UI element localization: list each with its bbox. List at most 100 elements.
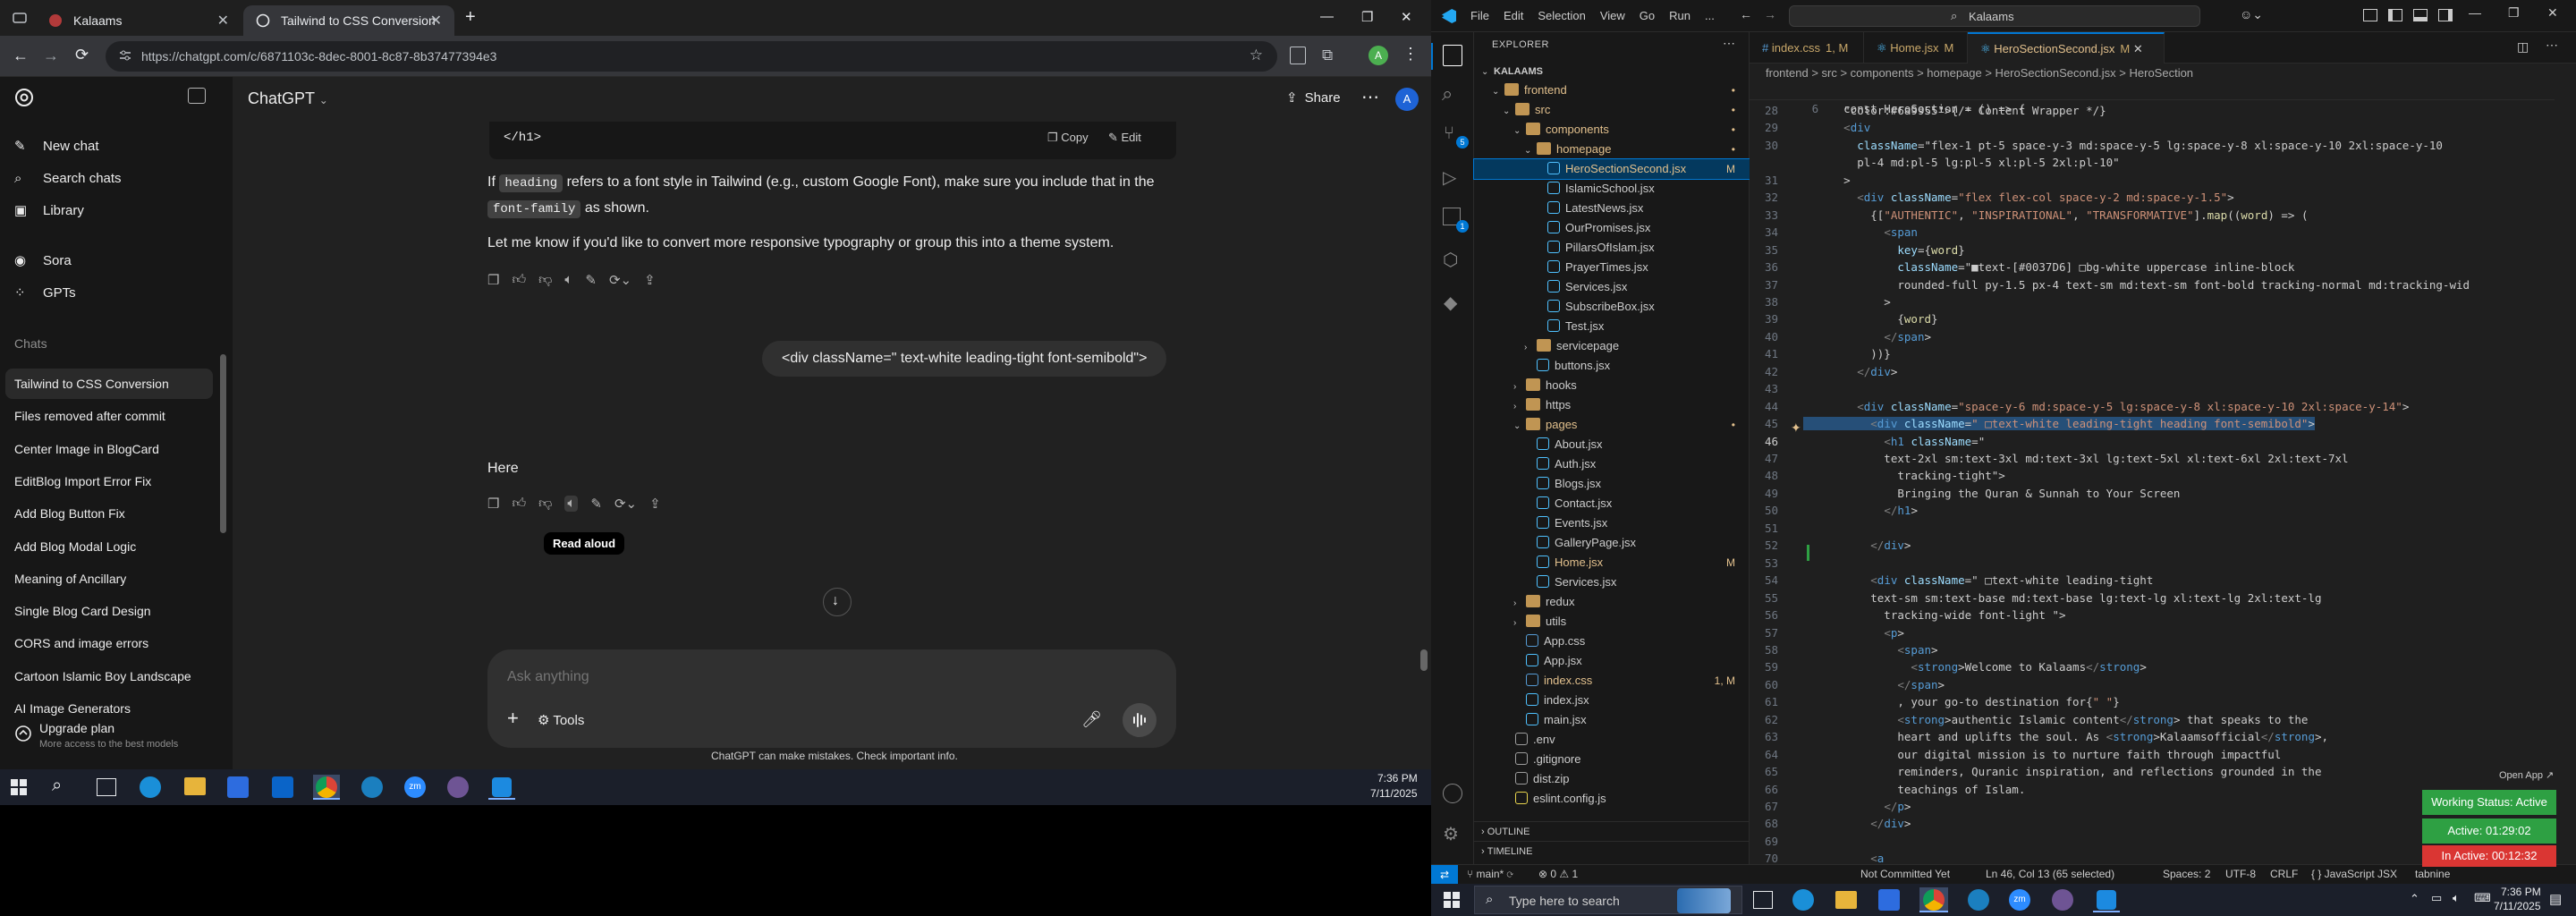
split-editor-icon[interactable]: ◫ (2517, 39, 2529, 55)
line-endings[interactable]: CRLF (2270, 868, 2298, 880)
chrome-taskbar-button[interactable] (1919, 887, 1948, 912)
copy-code-button[interactable]: ❐ Copy (1047, 131, 1089, 145)
tree-folder[interactable]: ⌄ KALAAMS (1474, 61, 1750, 81)
thumbs-down-icon[interactable]: 👎︎ (538, 496, 552, 512)
notifications-icon[interactable]: ▤ (2549, 891, 2562, 907)
code-line[interactable]: 50 </h1> (1750, 502, 2537, 519)
forward-icon[interactable]: → (43, 47, 59, 65)
prompt-input[interactable] (507, 666, 1133, 689)
code-line[interactable]: 28 "color:#6a9955">{/* Content Wrapper *… (1750, 102, 2537, 119)
code-line[interactable]: 33 {["AUTHENTIC", "INSPIRATIONAL", "TRAN… (1750, 207, 2537, 224)
attach-plus-icon[interactable]: + (507, 707, 519, 730)
copilot-icon[interactable]: ☺⌄ (2240, 7, 2263, 22)
code-line[interactable]: 63 heart and uplifts the soul. As <stron… (1750, 728, 2537, 745)
menu-item[interactable]: Go (1640, 9, 1655, 22)
file-explorer-icon[interactable] (1835, 891, 1857, 909)
command-center-search[interactable]: ⌕ Kalaams (1789, 5, 2200, 27)
chat-history-item[interactable]: Cartoon Islamic Boy Landscape (14, 661, 191, 691)
toggle-sidebar-icon[interactable] (188, 88, 206, 104)
gpts-button[interactable]: ⁘ GPTs (14, 277, 76, 308)
code-line[interactable]: 43 (1750, 380, 2537, 397)
tree-folder[interactable]: › redux (1474, 592, 1750, 612)
code-line[interactable]: 66 teachings of Islam. (1750, 781, 2537, 798)
explorer-files-icon[interactable] (1443, 45, 1462, 66)
code-line[interactable]: 42 </div> (1750, 363, 2537, 380)
thumbs-up-icon[interactable]: 👍︎ (512, 496, 526, 512)
code-line[interactable]: 67 </p> (1750, 798, 2537, 815)
clock-time[interactable]: 7:36 PM (2501, 886, 2541, 898)
close-tab-icon[interactable]: ✕ (2130, 42, 2143, 55)
code-line[interactable]: 49 Bringing the Quran & Sunnah to Your S… (1750, 485, 2537, 502)
edit-in-canvas-icon[interactable]: ✎ (585, 272, 597, 288)
code-line[interactable]: 47 text-2xl sm:text-3xl md:text-3xl lg:t… (1750, 450, 2537, 467)
upgrade-plan-button[interactable]: Upgrade plan (39, 721, 114, 735)
code-line[interactable]: 48 tracking-tight"> (1750, 467, 2537, 484)
manage-gear-icon[interactable]: ⚙ (1443, 823, 1459, 845)
extension-doc-icon[interactable] (1290, 47, 1306, 64)
timeline-section[interactable]: › TIMELINE (1474, 841, 1750, 861)
tree-file[interactable]: Auth.jsx (1474, 454, 1750, 474)
openai-logo-icon[interactable] (14, 88, 34, 107)
editor-tab[interactable]: ⚛ Home.jsx M (1864, 32, 1968, 64)
tree-file[interactable]: PillarsOfIslam.jsx (1474, 238, 1750, 258)
thumbs-down-icon[interactable]: 👎︎ (538, 272, 552, 288)
edit-code-button[interactable]: ✎ Edit (1108, 131, 1141, 145)
volume-icon[interactable]: 🔈︎ (2453, 891, 2460, 905)
bookmark-star-icon[interactable]: ☆ (1250, 47, 1263, 64)
tree-file[interactable]: GalleryPage.jsx (1474, 533, 1750, 553)
vscode-taskbar-button[interactable] (488, 775, 515, 800)
chrome-taskbar-button[interactable] (313, 775, 340, 800)
minimize-icon[interactable]: — (1320, 9, 1334, 24)
edge-icon[interactable] (140, 776, 161, 798)
chat-history-item[interactable]: Files removed after commit (14, 401, 165, 431)
tree-folder[interactable]: › servicepage (1474, 336, 1750, 356)
outlook-icon[interactable] (272, 776, 293, 798)
extensions-puzzle-icon[interactable]: ⧉ (1322, 47, 1333, 64)
regenerate-icon[interactable]: ⟳⌄ (614, 496, 637, 512)
accounts-icon[interactable] (1443, 784, 1462, 803)
tree-folder[interactable]: › https (1474, 395, 1750, 415)
outline-section[interactable]: › OUTLINE (1474, 821, 1750, 841)
close-window-icon[interactable]: ✕ (2547, 5, 2558, 21)
code-line[interactable]: 44 <div className="space-y-6 md:space-y-… (1750, 398, 2537, 415)
code-line[interactable]: 34 <span (1750, 224, 2537, 241)
git-blame[interactable]: Not Committed Yet (1860, 868, 1950, 880)
edge-icon[interactable] (1792, 889, 1814, 911)
vscode-alt-icon[interactable] (361, 776, 383, 798)
zoom-icon[interactable]: zm (404, 776, 426, 798)
code-line[interactable]: 38 > (1750, 293, 2537, 310)
tree-file[interactable]: SubscribeBox.jsx (1474, 297, 1750, 317)
back-icon[interactable]: ← (13, 47, 29, 65)
tree-file[interactable]: Services.jsx (1474, 277, 1750, 297)
tree-file[interactable]: Contact.jsx (1474, 494, 1750, 513)
nav-back-icon[interactable]: ← (1740, 7, 1752, 21)
run-debug-icon[interactable]: ▷ (1443, 166, 1456, 189)
code-line[interactable]: 58 <span> (1750, 641, 2537, 658)
tree-folder[interactable]: › utils (1474, 612, 1750, 632)
share-message-icon[interactable]: ⇪ (644, 272, 656, 288)
microphone-icon[interactable]: 🎤︎ (1081, 710, 1102, 729)
toggle-primary-sidebar-icon[interactable] (2388, 9, 2402, 21)
tree-folder[interactable]: ⌄ homepage • (1474, 140, 1750, 159)
source-control-icon[interactable]: ⑂ (1444, 123, 1454, 144)
code-line[interactable]: 52 </div> (1750, 537, 2537, 554)
tree-file[interactable]: Home.jsx M (1474, 553, 1750, 572)
share-button[interactable]: ⇪ Share (1286, 89, 1341, 106)
network-icon[interactable]: ▭ (2431, 891, 2442, 905)
code-line[interactable]: 56 tracking-wide font-light "> (1750, 606, 2537, 623)
github-icon[interactable] (2052, 889, 2073, 911)
code-line[interactable]: 55 text-sm sm:text-base md:text-base lg:… (1750, 589, 2537, 606)
sidebar-scrollbar[interactable] (220, 354, 226, 533)
minimize-icon[interactable]: — (2469, 5, 2481, 20)
more-options-icon[interactable]: ⋯ (1361, 86, 1379, 108)
main-scrollbar[interactable] (1420, 649, 1428, 671)
browser-tab-kalaams[interactable]: Kalaams ✕ (36, 5, 242, 36)
new-tab-plus-icon[interactable]: + (465, 7, 476, 28)
taskbar-search-box[interactable]: ⌕ Type here to search (1474, 886, 1742, 914)
maximize-icon[interactable]: ❐ (1361, 9, 1373, 25)
tree-file[interactable]: PrayerTimes.jsx (1474, 258, 1750, 277)
tree-file[interactable]: HeroSectionSecond.jsx M (1473, 158, 1750, 180)
task-view-icon[interactable] (97, 778, 116, 796)
code-line[interactable]: 69 (1750, 833, 2537, 850)
code-line[interactable]: 59 <strong>Welcome to Kalaams</strong> (1750, 658, 2537, 675)
